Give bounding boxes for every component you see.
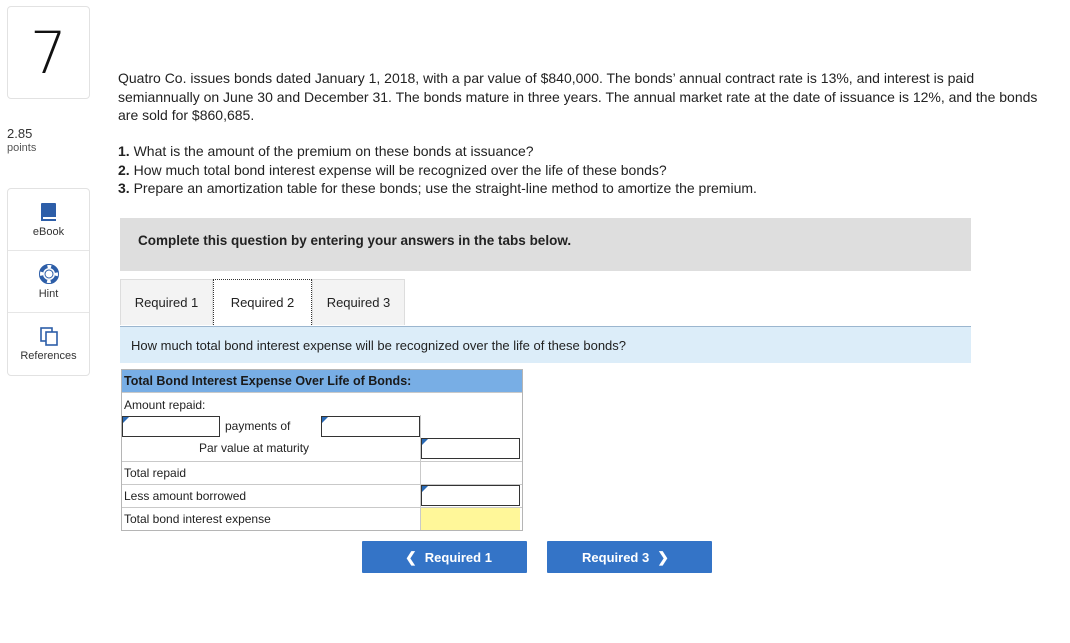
row-total-repaid: Total repaid: [122, 461, 522, 484]
references-label: References: [20, 350, 77, 362]
row-payments: payments of: [122, 415, 522, 438]
book-icon: [40, 202, 58, 222]
less-borrowed-label: Less amount borrowed: [124, 489, 247, 503]
tab-required-2[interactable]: Required 2: [213, 279, 312, 325]
previous-required-button[interactable]: ❮ Required 1: [362, 541, 527, 573]
amount-repaid-label: Amount repaid:: [124, 398, 206, 412]
total-repaid-label: Total repaid: [124, 466, 187, 480]
total-interest-output: [421, 508, 520, 530]
previous-button-label: Required 1: [424, 549, 492, 565]
total-interest-label: Total bond interest expense: [124, 512, 271, 526]
tools-panel: eBook Hint References: [7, 188, 90, 376]
hint-label: Hint: [38, 287, 59, 300]
chevron-left-icon: ❮: [405, 548, 417, 565]
answer-table: Total Bond Interest Expense Over Life of…: [121, 369, 523, 531]
points-value: 2.85: [7, 126, 33, 141]
par-value-input[interactable]: [421, 438, 520, 459]
tab-required-1[interactable]: Required 1: [120, 279, 213, 325]
instruction-banner: Complete this question by entering your …: [120, 218, 971, 271]
question-part-1: 1. What is the amount of the premium on …: [118, 143, 534, 159]
row-less-borrowed: Less amount borrowed: [122, 484, 522, 507]
row-total-interest: Total bond interest expense: [122, 507, 522, 530]
next-button-label: Required 3: [582, 549, 650, 565]
question-part-2: 2. How much total bond interest expense …: [118, 161, 667, 178]
question-parts: 1. What is the amount of the premium on …: [118, 142, 1018, 198]
table-header: Total Bond Interest Expense Over Life of…: [122, 370, 522, 392]
sub-question-bar: How much total bond interest expense wil…: [120, 327, 971, 363]
references-button[interactable]: References: [8, 313, 89, 375]
points-display: 2.85 points: [7, 126, 36, 156]
number-of-payments-input[interactable]: [122, 416, 220, 437]
amount-borrowed-input[interactable]: [421, 485, 520, 506]
documents-icon: [39, 326, 59, 346]
ebook-label: eBook: [32, 225, 65, 238]
column-divider: [420, 415, 421, 438]
question-text: Quatro Co. issues bonds dated January 1,…: [118, 70, 1038, 123]
chevron-right-icon: ❯: [657, 548, 669, 565]
lifebuoy-icon: [38, 263, 59, 284]
column-divider: [420, 462, 421, 484]
par-value-label: Par value at maturity: [199, 441, 310, 455]
sub-question-text: How much total bond interest expense wil…: [131, 338, 627, 353]
question-part-3: 3. Prepare an amortization table for the…: [118, 180, 757, 196]
row-amount-repaid: Amount repaid:: [122, 392, 522, 415]
hint-button[interactable]: Hint: [8, 251, 89, 313]
ebook-button[interactable]: eBook: [8, 189, 89, 251]
tab-bar: Required 1 Required 2 Required 3: [120, 279, 405, 326]
question-number: 7: [30, 18, 67, 87]
table-title: Total Bond Interest Expense Over Life of…: [124, 374, 412, 388]
row-par-value: Par value at maturity: [122, 438, 522, 461]
next-required-button[interactable]: Required 3 ❯: [547, 541, 712, 573]
payment-amount-input[interactable]: [321, 416, 420, 437]
instruction-text: Complete this question by entering your …: [138, 233, 572, 248]
tab-required-3[interactable]: Required 3: [312, 279, 405, 325]
payments-of-label: payments of: [225, 419, 291, 433]
question-number-box: 7: [7, 6, 90, 99]
points-label: points: [7, 142, 37, 154]
